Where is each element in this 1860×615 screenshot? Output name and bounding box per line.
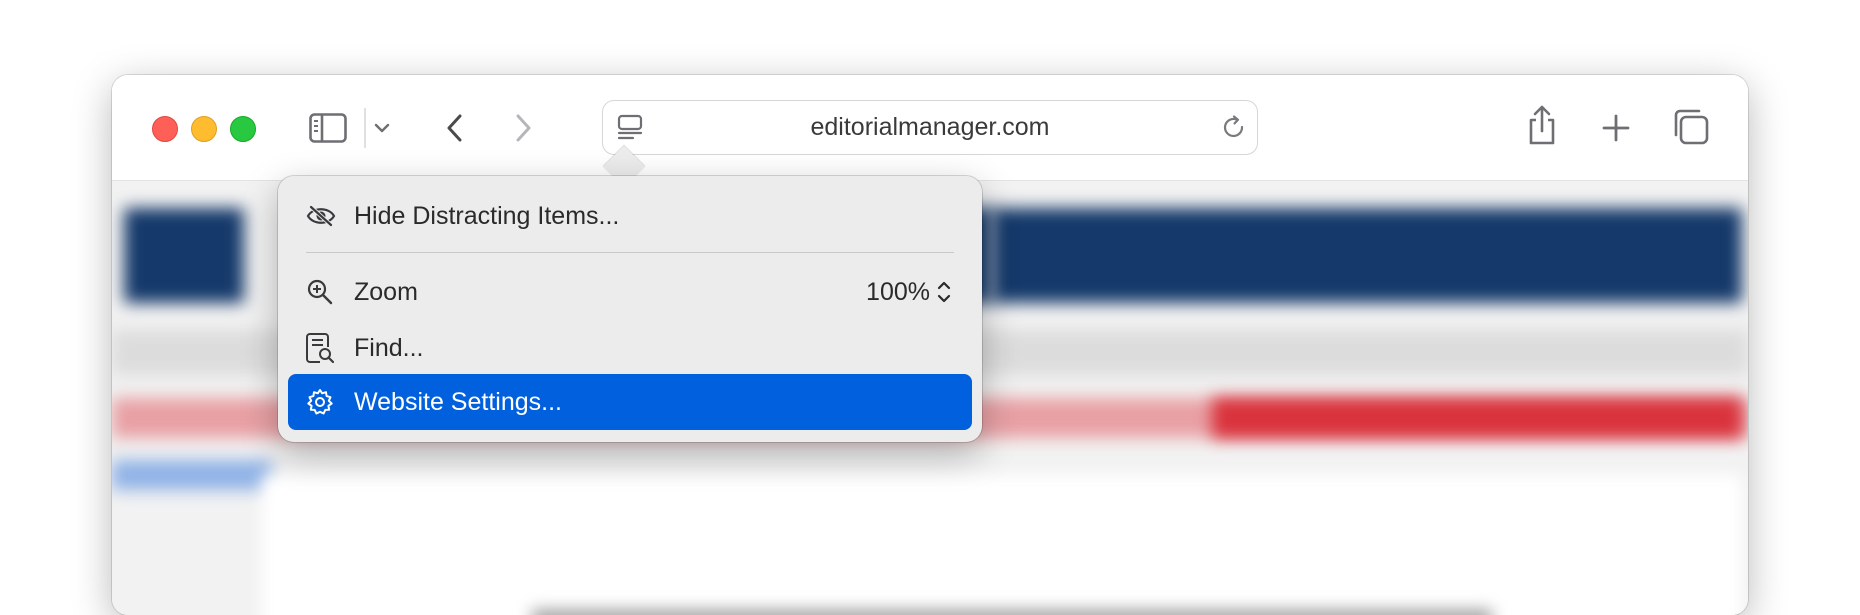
menu-item-hide-distracting[interactable]: Hide Distracting Items... <box>288 188 972 244</box>
zoom-stepper[interactable]: 100% <box>866 278 952 307</box>
find-icon <box>306 332 344 364</box>
menu-item-website-settings[interactable]: Website Settings... <box>288 374 972 430</box>
menu-item-label: Zoom <box>354 277 418 306</box>
menu-item-find[interactable]: Find... <box>288 320 972 376</box>
menu-item-zoom[interactable]: Zoom 100% <box>288 264 972 320</box>
forward-icon[interactable] <box>504 108 544 148</box>
menu-item-label: Find... <box>354 333 424 362</box>
page-content-panel <box>262 475 1742 615</box>
gear-icon <box>306 388 344 416</box>
zoom-window-button[interactable] <box>230 116 256 142</box>
chevron-down-icon[interactable] <box>370 115 394 141</box>
menu-item-label: Hide Distracting Items... <box>354 201 620 230</box>
up-down-chevron-icon <box>937 281 951 303</box>
page-header-block <box>992 208 1742 303</box>
back-icon[interactable] <box>434 108 474 148</box>
address-bar[interactable]: editorialmanager.com <box>602 100 1258 155</box>
plus-icon[interactable] <box>1596 108 1636 148</box>
reload-icon[interactable] <box>1219 113 1249 143</box>
page-logo-block <box>124 208 244 303</box>
address-text[interactable]: editorialmanager.com <box>603 101 1257 154</box>
eye-slash-icon <box>306 204 344 228</box>
minimize-window-button[interactable] <box>191 116 217 142</box>
menu-item-label: Website Settings... <box>354 387 562 416</box>
share-icon[interactable] <box>1522 102 1562 148</box>
toolbar-divider <box>364 108 366 148</box>
page-text-line <box>532 610 1492 615</box>
page-alert-banner-right <box>1212 398 1742 438</box>
menu-separator <box>306 252 954 253</box>
page-menu-popover: Hide Distracting Items... Zoom 100% Find… <box>278 176 982 442</box>
zoom-value: 100% <box>866 277 930 306</box>
tab-overview-icon[interactable] <box>1670 106 1712 148</box>
page-sidebar-link <box>112 460 272 490</box>
sidebar-icon[interactable] <box>308 108 348 148</box>
close-window-button[interactable] <box>152 116 178 142</box>
browser-toolbar: editorialmanager.com <box>112 75 1748 181</box>
zoom-icon <box>306 278 344 306</box>
